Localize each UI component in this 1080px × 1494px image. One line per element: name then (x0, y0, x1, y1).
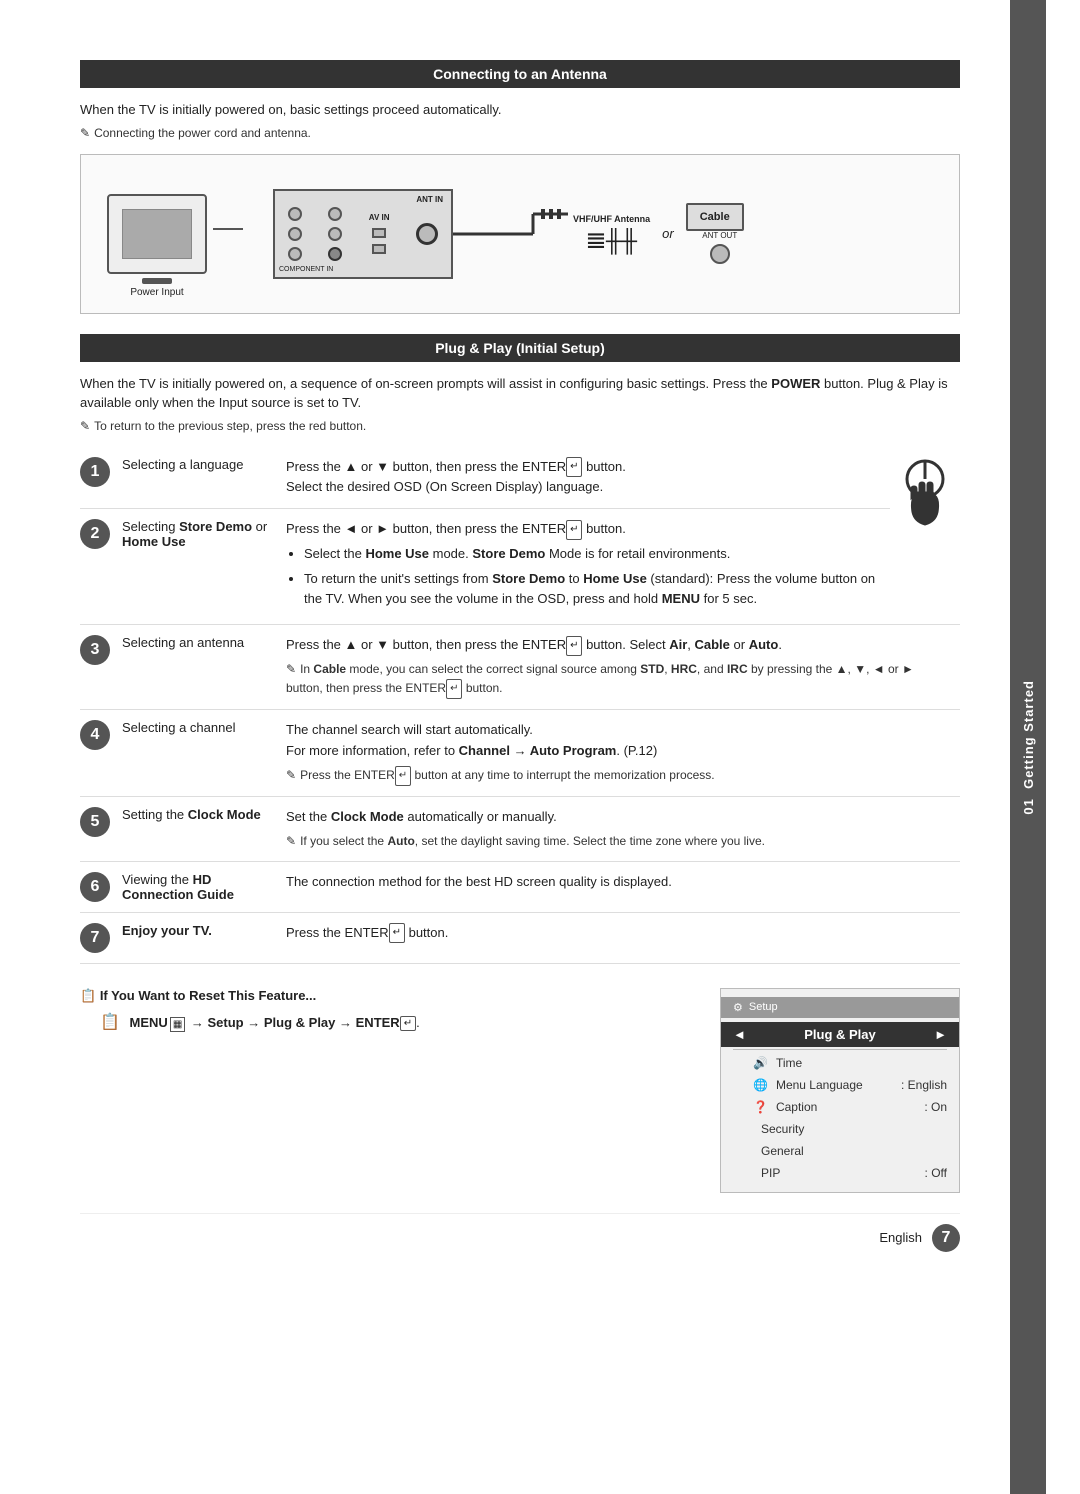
ant-in-label: ANT IN (416, 195, 443, 204)
menu-selected-plug-play: ◄ Plug & Play ► (721, 1022, 959, 1047)
step-3-label: Selecting an antenna (118, 625, 278, 710)
back-panel: ANT IN COMPONENT IN AV IN (273, 189, 453, 279)
reset-instruction: 📋 MENU▦ → Setup → Plug & Play → ENTER↵. (100, 1012, 690, 1032)
step-1-row: 1 Selecting a language Press the ▲ or ▼ … (80, 447, 960, 509)
step-6-label: Viewing the HD Connection Guide (118, 861, 278, 912)
vhf-uhf-antenna: VHF/UHF Antenna 𝌆╫╫ (573, 214, 650, 254)
plug-play-intro: When the TV is initially powered on, a s… (80, 374, 960, 413)
steps-table: 1 Selecting a language Press the ▲ or ▼ … (80, 447, 960, 964)
page-number: 7 (932, 1224, 960, 1252)
av-in-label: AV IN (369, 213, 390, 222)
step-6-number: 6 (80, 872, 110, 902)
component-in-label: COMPONENT IN (279, 266, 333, 273)
step-4-label: Selecting a channel (118, 710, 278, 797)
step-1-number: 1 (80, 457, 110, 487)
step-1-desc: Press the ▲ or ▼ button, then press the … (278, 447, 890, 509)
step-2-row: 2 Selecting Store Demo or Home Use Press… (80, 509, 960, 625)
reset-section: If You Want to Reset This Feature... 📋 M… (80, 988, 960, 1193)
step-5-label: Setting the Clock Mode (118, 796, 278, 861)
reset-left: If You Want to Reset This Feature... 📋 M… (80, 988, 690, 1193)
antenna-intro: When the TV is initially powered on, bas… (80, 100, 960, 120)
antenna-section-header: Connecting to an Antenna (80, 60, 960, 88)
step-2-number: 2 (80, 519, 110, 549)
menu-screenshot: ⚙ Setup ◄ Plug & Play ► 🔊 Time (720, 988, 960, 1193)
antenna-note: Connecting the power cord and antenna. (80, 126, 960, 140)
step-7-desc: Press the ENTER↵ button. (278, 912, 960, 963)
power-button-icon (900, 457, 950, 530)
menu-row-security: Security (721, 1118, 959, 1140)
or-separator: or (662, 226, 674, 241)
plug-play-note: To return to the previous step, press th… (80, 419, 960, 433)
tv-illustration (107, 194, 207, 274)
step-7-row: 7 Enjoy your TV. Press the ENTER↵ button… (80, 912, 960, 963)
menu-header-row: ⚙ Setup (721, 997, 959, 1018)
menu-row-time: 🔊 Time (721, 1052, 959, 1074)
ant-out-section: ANT OUT (696, 231, 744, 264)
plug-play-section-header: Plug & Play (Initial Setup) (80, 334, 960, 362)
step-6-desc: The connection method for the best HD sc… (278, 861, 960, 912)
menu-row-language: 🌐 Menu Language : English (721, 1074, 959, 1096)
menu-row-pip: PIP : Off (721, 1162, 959, 1184)
step-6-row: 6 Viewing the HD Connection Guide The co… (80, 861, 960, 912)
page-footer: English 7 (80, 1213, 960, 1252)
menu-row-general: General (721, 1140, 959, 1162)
right-sidebar-tab: 01 Getting Started (1010, 0, 1046, 1494)
footer-language: English (879, 1230, 922, 1245)
step-2-desc: Press the ◄ or ► button, then press the … (278, 509, 890, 625)
step-2-label: Selecting Store Demo or Home Use (118, 509, 278, 625)
cable-label: Cable (686, 203, 744, 231)
step-3-row: 3 Selecting an antenna Press the ▲ or ▼ … (80, 625, 960, 710)
step-5-row: 5 Setting the Clock Mode Set the Clock M… (80, 796, 960, 861)
step-4-row: 4 Selecting a channel The channel search… (80, 710, 960, 797)
step-1-label: Selecting a language (118, 447, 278, 509)
step-7-number: 7 (80, 923, 110, 953)
step-5-desc: Set the Clock Mode automatically or manu… (278, 796, 960, 861)
step-4-number: 4 (80, 720, 110, 750)
connection-lines-svg (453, 204, 573, 264)
step-3-number: 3 (80, 635, 110, 665)
menu-row-caption: ❓ Caption : On (721, 1096, 959, 1118)
step-4-desc: The channel search will start automatica… (278, 710, 960, 797)
antenna-diagram: Power Input ANT IN COMPONENT IN (80, 154, 960, 314)
step-7-label: Enjoy your TV. (118, 912, 278, 963)
step-5-number: 5 (80, 807, 110, 837)
power-input-label: Power Input (130, 287, 183, 298)
reset-title: If You Want to Reset This Feature... (80, 988, 690, 1004)
step-3-desc: Press the ▲ or ▼ button, then press the … (278, 625, 960, 710)
